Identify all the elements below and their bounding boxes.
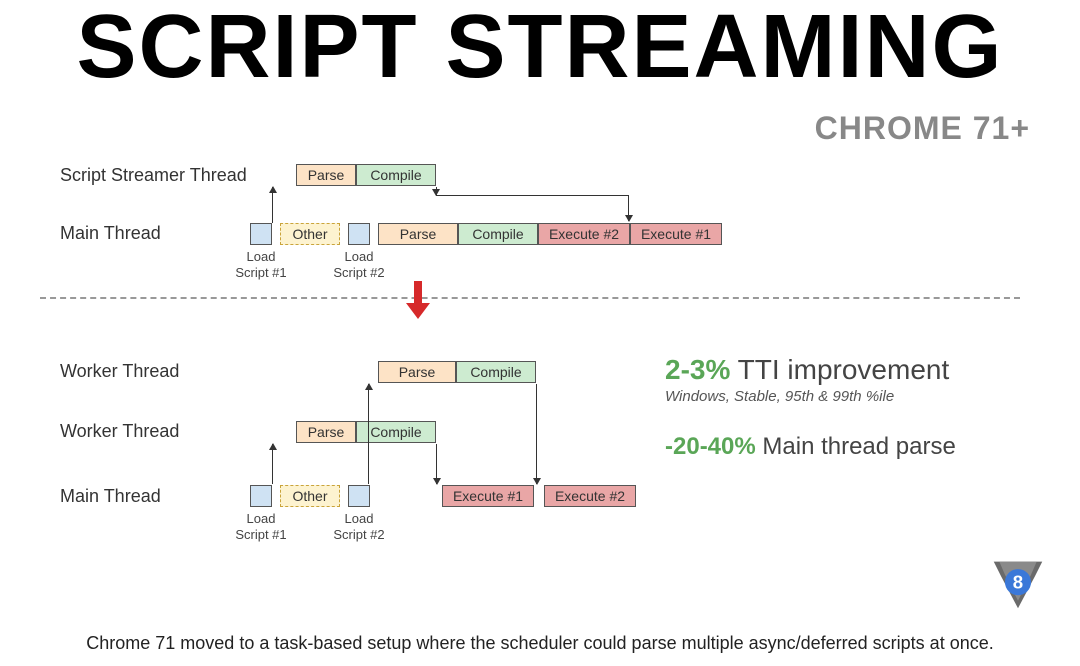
block-load [348,223,370,245]
block-load [250,485,272,507]
footer-caption: Chrome 71 moved to a task-based setup wh… [0,633,1080,654]
block-execute1: Execute #1 [630,223,722,245]
stat-parse-label: Main thread parse [762,433,955,460]
block-load [250,223,272,245]
arrow-up-icon [272,444,273,484]
block-other: Other [280,223,340,245]
caption-load1: Load Script #1 [226,249,296,280]
label-main-thread: Main Thread [60,486,161,507]
block-parse: Parse [378,361,456,383]
block-load [348,485,370,507]
diagram-canvas: Script Streamer Thread Main Thread Parse… [0,147,1080,577]
label-worker-thread: Worker Thread [60,421,179,442]
arrow-down-icon [536,384,537,484]
stat-tti-sub: Windows, Stable, 95th & 99th %ile [665,388,1035,405]
block-execute2: Execute #2 [538,223,630,245]
divider-line [40,297,1020,299]
stat-parse: -20-40% Main thread parse [665,433,1035,461]
block-execute2: Execute #2 [544,485,636,507]
block-compile: Compile [356,164,436,186]
block-parse: Parse [296,421,356,443]
svg-text:8: 8 [1013,572,1023,593]
connector-line [436,195,628,196]
stat-tti: 2-3% TTI improvement [665,354,1035,386]
caption-load2: Load Script #2 [324,249,394,280]
caption-load2: Load Script #2 [324,511,394,542]
stat-tti-pct: 2-3% [665,354,730,385]
arrow-down-icon [628,195,629,221]
stats-panel: 2-3% TTI improvement Windows, Stable, 95… [665,354,1035,461]
block-compile: Compile [458,223,538,245]
stat-tti-label: TTI improvement [738,354,950,385]
arrow-up-icon [272,187,273,223]
arrow-down-icon [436,444,437,484]
block-compile: Compile [456,361,536,383]
v8-logo-icon: 8 [990,556,1046,612]
red-down-arrow-icon [406,281,430,321]
page-subtitle: CHROME 71+ [0,110,1080,147]
arrow-up-icon [368,384,369,484]
page-title: SCRIPT STREAMING [0,2,1080,92]
caption-load1: Load Script #1 [226,511,296,542]
label-streamer-thread: Script Streamer Thread [60,165,247,186]
block-other: Other [280,485,340,507]
block-parse: Parse [296,164,356,186]
stat-parse-pct: -20-40% [665,433,756,460]
block-execute1: Execute #1 [442,485,534,507]
label-worker-thread: Worker Thread [60,361,179,382]
label-main-thread: Main Thread [60,223,161,244]
block-parse: Parse [378,223,458,245]
